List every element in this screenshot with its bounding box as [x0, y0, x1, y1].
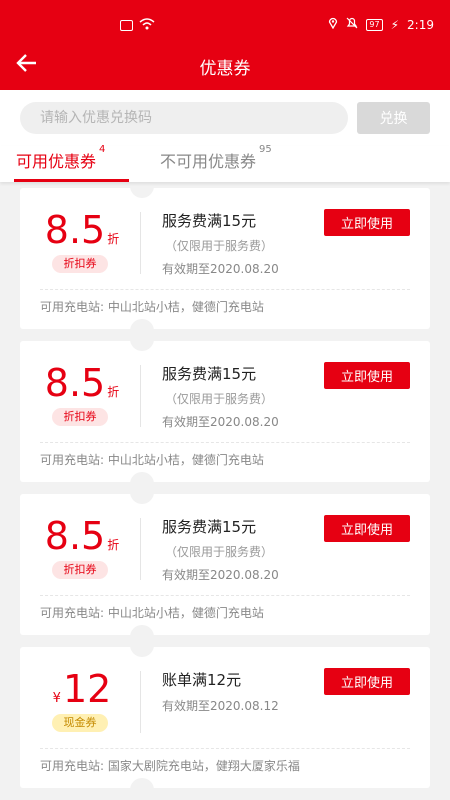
coupon-title: 服务费满15元 [162, 212, 257, 230]
app-header: 97 ⚡ 2:19 优惠券 [0, 0, 450, 90]
coupon-card: 8.5 折 折扣券 服务费满15元 （仅限用于服务费） 有效期至2020.08.2… [20, 341, 430, 482]
location-icon [328, 17, 338, 32]
divider [140, 212, 141, 274]
active-tab-indicator [14, 179, 129, 182]
page-title: 优惠券 [199, 59, 251, 79]
coupon-card: 8.5 折 折扣券 服务费满15元 （仅限用于服务费） 有效期至2020.08.2… [20, 188, 430, 329]
coupon-card: ¥12 现金券 账单满12元 有效期至2020.08.12 立即使用 可用充电站… [20, 647, 430, 788]
coupon-expiry: 有效期至2020.08.20 [162, 415, 279, 429]
dashed-divider [40, 748, 410, 749]
tab-unavailable-count: 95 [259, 144, 272, 155]
coupon-expiry: 有效期至2020.08.12 [162, 699, 279, 713]
coupon-value-unit: 折 [107, 232, 120, 246]
coupon-list: 8.5 折 折扣券 服务费满15元 （仅限用于服务费） 有效期至2020.08.2… [20, 188, 430, 800]
coupon-title: 服务费满15元 [162, 365, 257, 383]
coupon-stations: 可用充电站: 国家大剧院充电站，健翔大厦家乐福 [40, 759, 300, 773]
coupon-value: ¥12 [40, 667, 124, 711]
use-now-button[interactable]: 立即使用 [324, 668, 410, 695]
coupon-value-unit: 折 [107, 538, 120, 552]
coupon-value: 8.5 折 [40, 361, 124, 405]
tab-unavailable[interactable]: 不可用优惠券95 [160, 144, 272, 172]
coupon-limit: （仅限用于服务费） [165, 545, 274, 559]
coupon-value: 8.5 折 [40, 514, 124, 558]
coupon-value: 8.5 折 [40, 208, 124, 252]
coupon-value-number: 8.5 [44, 361, 106, 405]
mute-icon [346, 17, 358, 32]
coupon-limit: （仅限用于服务费） [165, 392, 274, 406]
coupon-type-badge: 折扣券 [52, 561, 108, 579]
coupon-stations: 可用充电站: 中山北站小桔，健德门充电站 [40, 300, 264, 314]
use-now-button[interactable]: 立即使用 [324, 515, 410, 542]
wifi-icon [139, 18, 155, 33]
clock-time: 2:19 [407, 17, 434, 32]
charging-icon: ⚡ [390, 17, 400, 32]
tab-unavailable-label: 不可用优惠券 [160, 152, 257, 171]
redeem-button[interactable]: 兑换 [357, 102, 430, 134]
coupon-title: 服务费满15元 [162, 518, 257, 536]
coupon-type-badge: 折扣券 [52, 255, 108, 273]
coupon-limit: （仅限用于服务费） [165, 239, 274, 253]
nav-bar: 优惠券 [0, 46, 450, 90]
coupon-expiry: 有效期至2020.08.20 [162, 568, 279, 582]
coupon-type-badge: 现金券 [52, 714, 108, 732]
coupon-value-unit: 折 [107, 385, 120, 399]
coupon-stations: 可用充电站: 中山北站小桔，健德门充电站 [40, 453, 264, 467]
divider [140, 671, 141, 733]
status-bar: 97 ⚡ 2:19 [0, 0, 450, 46]
coupon-expiry: 有效期至2020.08.20 [162, 262, 279, 276]
redeem-section: 兑换 可用优惠券4 不可用优惠券95 [0, 90, 450, 182]
coupon-title: 账单满12元 [162, 671, 242, 689]
coupon-value-number: 8.5 [44, 208, 106, 252]
dashed-divider [40, 595, 410, 596]
use-now-button[interactable]: 立即使用 [324, 209, 410, 236]
tab-available[interactable]: 可用优惠券4 [16, 144, 105, 172]
divider [140, 365, 141, 427]
coupon-value-number: 8.5 [44, 514, 106, 558]
coupon-type-badge: 折扣券 [52, 408, 108, 426]
sim-icon [120, 20, 133, 31]
coupon-value-number: 12 [62, 667, 112, 711]
coupon-tabs: 可用优惠券4 不可用优惠券95 [0, 144, 450, 182]
redeem-code-input[interactable] [20, 102, 348, 134]
divider [140, 518, 141, 580]
dashed-divider [40, 442, 410, 443]
dashed-divider [40, 289, 410, 290]
use-now-button[interactable]: 立即使用 [324, 362, 410, 389]
coupon-stations: 可用充电站: 中山北站小桔，健德门充电站 [40, 606, 264, 620]
coupon-card: 8.5 折 折扣券 服务费满15元 （仅限用于服务费） 有效期至2020.08.2… [20, 494, 430, 635]
tab-available-count: 4 [99, 144, 106, 155]
battery-icon: 97 [366, 18, 383, 31]
coupon-currency: ¥ [52, 691, 61, 706]
tab-available-label: 可用优惠券 [16, 152, 97, 171]
